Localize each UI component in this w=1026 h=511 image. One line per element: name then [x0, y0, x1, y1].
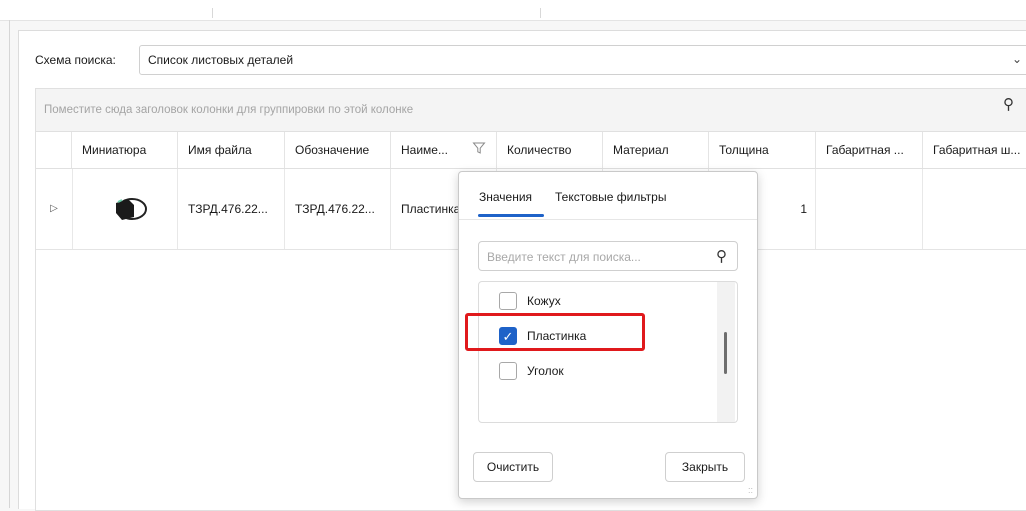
top-tab-strip	[0, 0, 1026, 21]
search-scheme-select[interactable]: Список листовых деталей ⌄	[139, 45, 1026, 75]
search-scheme-value: Список листовых деталей	[148, 53, 294, 67]
tab-text-filters[interactable]: Текстовые фильтры	[555, 190, 666, 204]
cell-designation: ТЗРД.476.22...	[285, 169, 391, 249]
cell-file-name: ТЗРД.476.22...	[178, 169, 285, 249]
active-tab-indicator	[478, 214, 544, 217]
clear-button[interactable]: Очистить	[473, 452, 553, 482]
filter-search-input[interactable]	[485, 247, 704, 267]
group-by-hint: Поместите сюда заголовок колонки для гру…	[44, 104, 414, 116]
column-header-designation[interactable]: Обозначение	[285, 132, 391, 168]
column-header-thumbnail[interactable]: Миниатюра	[72, 132, 178, 168]
column-header-material[interactable]: Материал	[603, 132, 709, 168]
value-label: Кожух	[527, 294, 561, 308]
tabs-divider	[459, 219, 757, 220]
tab-divider	[540, 8, 541, 18]
column-header-overall-width[interactable]: Габаритная ш...	[923, 132, 1026, 168]
search-scheme-label: Схема поиска:	[35, 53, 116, 67]
scrollbar-thumb[interactable]	[724, 332, 727, 374]
tab-divider	[212, 8, 213, 18]
filter-values-list[interactable]: Кожух ✓ Пластинка Уголок	[478, 281, 738, 423]
search-icon[interactable]: ⚲	[1003, 95, 1014, 113]
filter-icon[interactable]	[468, 141, 490, 161]
filter-search-box[interactable]: ⚲	[478, 241, 738, 271]
checkbox[interactable]	[499, 362, 517, 380]
cell-overall-width	[923, 169, 1026, 249]
tab-values[interactable]: Значения	[479, 190, 532, 204]
selection-highlight-box	[465, 313, 645, 351]
left-border	[9, 20, 10, 508]
header-expander-cell	[36, 132, 72, 168]
close-button[interactable]: Закрыть	[665, 452, 745, 482]
value-label: Уголок	[527, 364, 564, 378]
list-scrollbar[interactable]	[717, 282, 735, 422]
expand-row-icon[interactable]: ▷	[36, 169, 73, 249]
group-by-panel[interactable]: Поместите сюда заголовок колонки для гру…	[36, 89, 1026, 132]
column-header-file-name[interactable]: Имя файла	[178, 132, 285, 168]
column-header-overall-length[interactable]: Габаритная ...	[816, 132, 923, 168]
chevron-down-icon: ⌄	[1011, 52, 1022, 66]
resize-grip-icon[interactable]: ::	[748, 486, 753, 495]
cell-overall-length	[816, 169, 923, 249]
column-header-row: Миниатюра Имя файла Обозначение Наиме...…	[36, 132, 1026, 169]
part-thumbnail-image	[116, 198, 147, 220]
column-header-thickness[interactable]: Толщина	[709, 132, 816, 168]
checkbox[interactable]	[499, 292, 517, 310]
column-header-quantity[interactable]: Количество	[497, 132, 603, 168]
search-icon[interactable]: ⚲	[716, 247, 727, 265]
